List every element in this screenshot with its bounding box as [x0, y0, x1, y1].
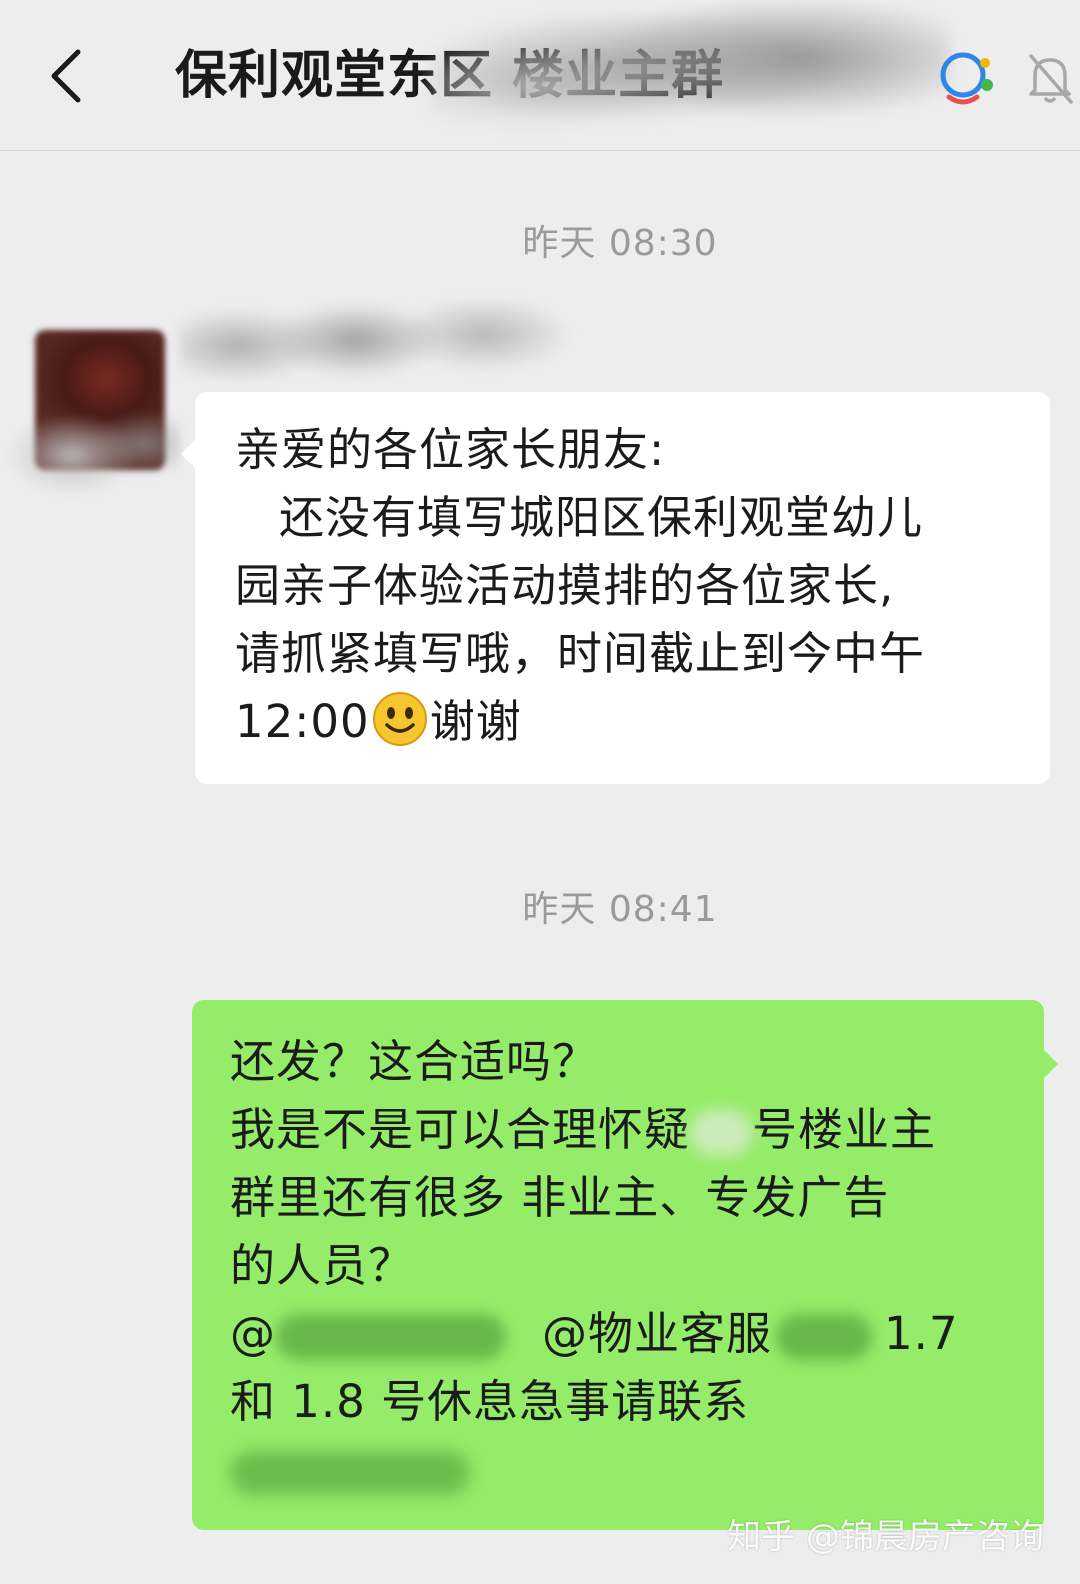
mute-indicator — [1025, 50, 1075, 108]
group-chat-icon — [940, 52, 993, 105]
message-line-mentions: @ @物业客服 1.7 — [230, 1300, 1004, 1368]
message-line: 还发？这合适吗？ — [230, 1035, 599, 1088]
message-line: 群里还有很多 非业主、专发广告 — [230, 1171, 890, 1224]
bell-off-icon — [1029, 54, 1073, 104]
redacted-mention — [276, 1314, 506, 1360]
source-watermark: 知乎 @锦晨房产咨询 — [727, 1517, 1044, 1557]
message-text: 号楼业主 — [752, 1103, 937, 1156]
message-line-last: 12:00 谢谢 — [235, 688, 1010, 756]
chat-header: 保利观堂东区 楼业主群 — [0, 0, 1080, 151]
mention-prefix: @ — [230, 1307, 276, 1360]
message-text: 谢谢 — [429, 695, 522, 748]
redacted-building-number — [690, 1110, 753, 1156]
message-text: 12:00 — [235, 695, 370, 748]
chevron-left-icon — [51, 49, 81, 103]
message-line: 请抓紧填写哦，时间截止到今中午 — [235, 627, 926, 680]
message-line: 园亲子体验活动摸排的各位家长, — [235, 559, 895, 612]
group-chat-button[interactable] — [935, 45, 1001, 111]
message-timestamp: 昨天 08:41 — [522, 889, 718, 930]
redacted-phone-number — [230, 1451, 470, 1495]
message-bubble-outgoing[interactable]: 还发？这合适吗？ 我是不是可以合理怀疑 号楼业主 群里还有很多 非业主、专发广告 … — [192, 1000, 1058, 1530]
message-line: 的人员？ — [230, 1239, 415, 1292]
message-timestamp: 昨天 08:30 — [522, 223, 718, 264]
smile-emoji-icon — [372, 692, 427, 746]
back-button[interactable] — [40, 38, 100, 114]
message-line-redacted — [230, 1436, 1004, 1504]
avatar-redaction — [0, 400, 180, 510]
redacted-mention-suffix — [776, 1314, 873, 1360]
message-text: 我是不是可以合理怀疑 — [230, 1103, 691, 1156]
title-redaction — [430, 0, 950, 145]
message-line: 我是不是可以合理怀疑 号楼业主 — [230, 1096, 1004, 1164]
sender-name-redacted — [180, 285, 570, 395]
mention-property-service: @物业客服 — [542, 1307, 773, 1360]
message-line: 和 1.8 号休息急事请联系 — [230, 1375, 750, 1428]
message-line: 亲爱的各位家长朋友: — [235, 423, 666, 476]
message-line: 还没有填写城阳区保利观堂幼儿 — [279, 491, 924, 544]
message-text: 1.7 — [884, 1307, 959, 1360]
message-bubble-incoming[interactable]: 亲爱的各位家长朋友: 还没有填写城阳区保利观堂幼儿 园亲子体验活动摸排的各位家长… — [181, 392, 1050, 784]
